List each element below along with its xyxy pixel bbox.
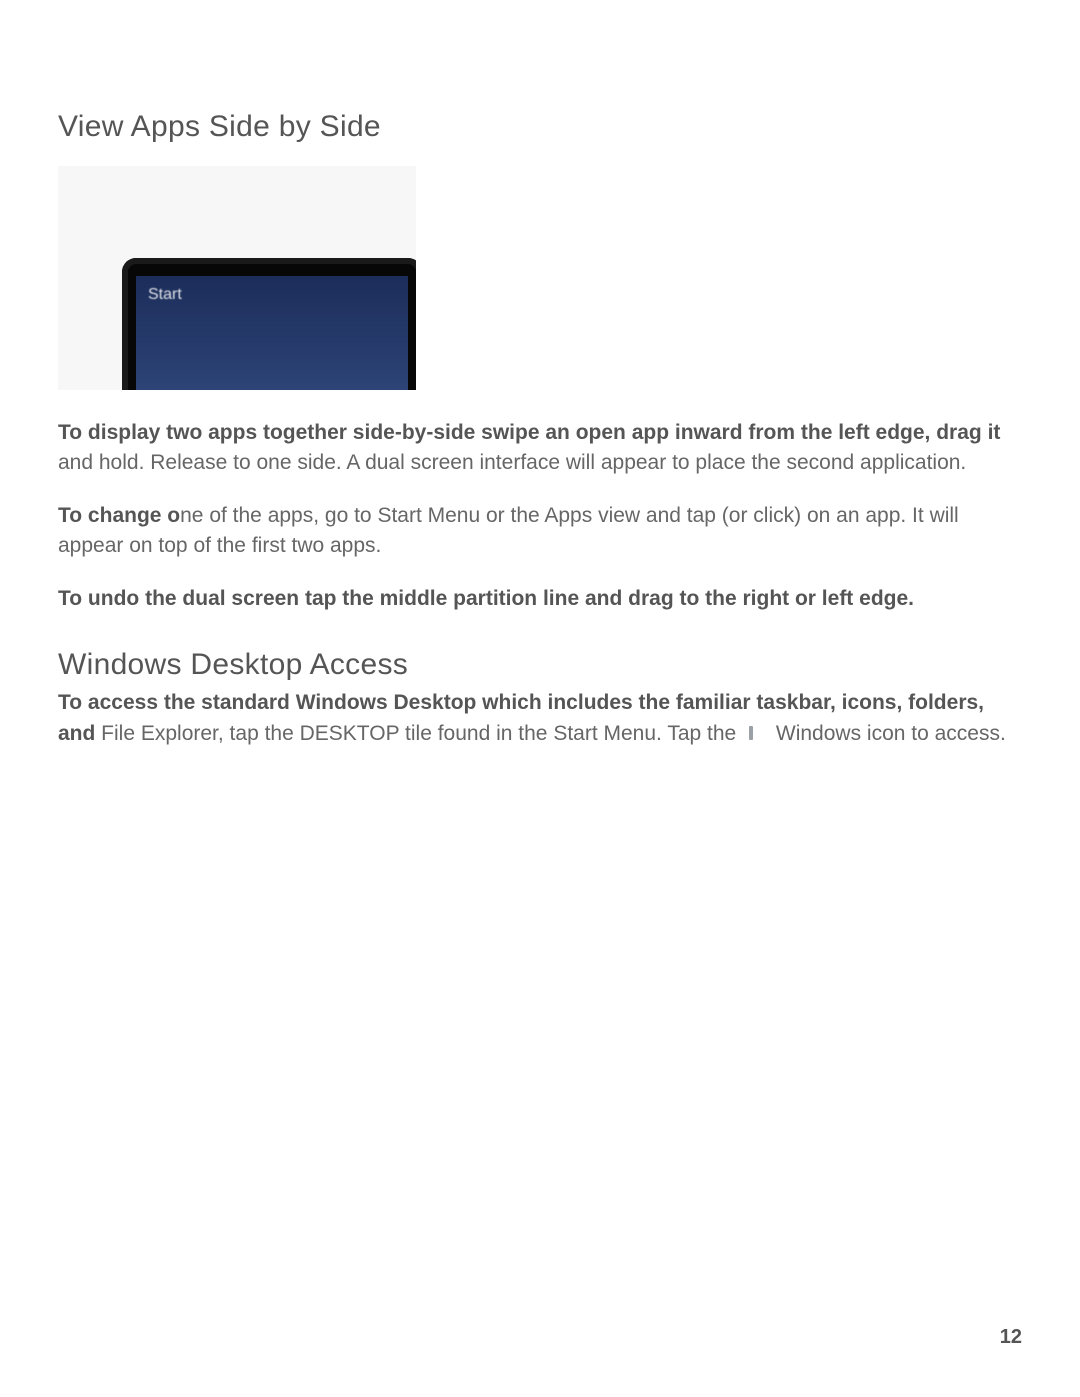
bold-lead: To change o — [58, 504, 180, 527]
paragraph-change-app: To change one of the apps, go to Start M… — [58, 501, 1022, 562]
bold-full: To undo the dual screen tap the middle p… — [58, 587, 914, 610]
bold-lead: To display two apps together side-by-sid… — [58, 421, 1000, 444]
paragraph-desktop-access: To access the standard Windows Desktop w… — [58, 688, 1022, 749]
tablet-screen: Start — [136, 276, 408, 390]
page-number: 12 — [1000, 1326, 1022, 1349]
illustration-tablet: Start — [58, 166, 416, 390]
text-tail: and hold. Release to one side. A dual sc… — [58, 451, 966, 474]
paragraph-undo-dual: To undo the dual screen tap the middle p… — [58, 584, 1022, 614]
start-screen-label: Start — [148, 286, 182, 304]
tablet-frame: Start — [122, 258, 416, 390]
heading-view-apps: View Apps Side by Side — [58, 110, 1022, 144]
windows-icon — [746, 724, 764, 742]
text-tail-a: File Explorer, tap the DESKTOP tile foun… — [95, 722, 742, 745]
text-tail-b: Windows icon to access. — [770, 722, 1006, 745]
paragraph-display-two-apps: To display two apps together side-by-sid… — [58, 418, 1022, 479]
text-tail: ne of the apps, go to Start Menu or the … — [58, 504, 959, 557]
heading-windows-desktop: Windows Desktop Access — [58, 648, 1022, 682]
